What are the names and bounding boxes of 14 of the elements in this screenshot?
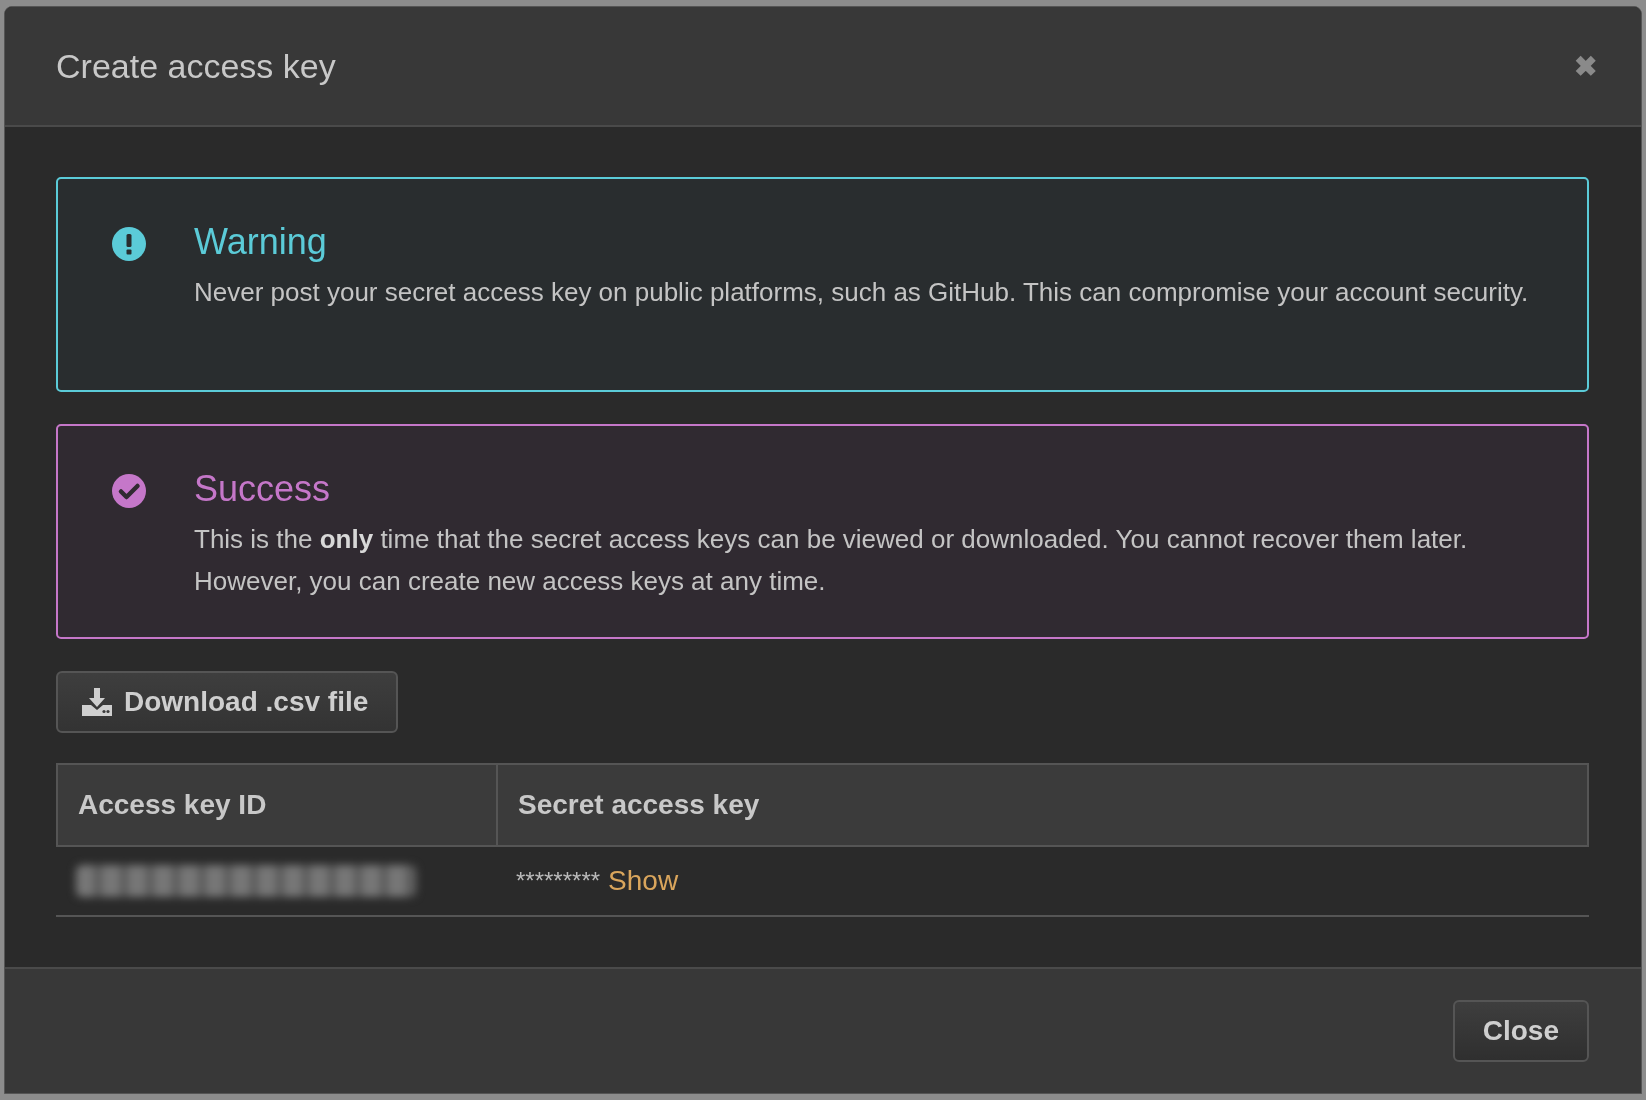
- show-link[interactable]: Show: [608, 865, 679, 897]
- check-circle-icon: [112, 474, 146, 508]
- column-header: Secret access key: [496, 763, 1589, 847]
- alert-message: This is the only time that the secret access keys can be viewed or downloaded. You cannot recover them later. However, you can create new access keys at any time.: [194, 523, 1469, 598]
- alert-title: Warning: [194, 221, 328, 263]
- download-icon: [82, 688, 112, 716]
- masked-secret: *********: [516, 867, 601, 895]
- exclamation-icon: [112, 227, 146, 261]
- download-button[interactable]: Download .csv file: [56, 671, 399, 733]
- close-button[interactable]: Close: [1452, 1000, 1589, 1062]
- dialog-title: Create access key: [56, 46, 336, 86]
- column-header: Access key ID: [56, 763, 496, 847]
- alert-title: Success: [194, 468, 332, 510]
- alert-message: Never post your secret access key on public platforms, such as GitHub. This can compromise your account security.: [194, 276, 1529, 309]
